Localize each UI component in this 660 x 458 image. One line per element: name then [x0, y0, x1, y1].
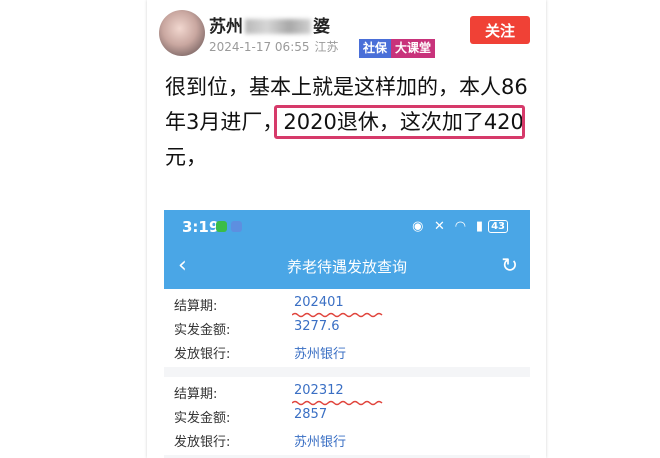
signal-wifi-icons: ◉ ✕ ◠ ▮: [412, 219, 487, 234]
post-text-line-2a: 年3月进厂，: [165, 110, 284, 134]
status-icons: ◉ ✕ ◠ ▮ 43: [412, 219, 508, 234]
record-row-amount: 实发金额: 3277.6: [164, 315, 530, 339]
embedded-phone-screenshot: 3:19 ◉ ✕ ◠ ▮ 43 ‹ 养老待遇发放查询 ↻ 结算期: 202401 …: [164, 210, 530, 458]
tag-social-security[interactable]: 社保: [359, 39, 392, 58]
payment-record: 结算期: 202401 实发金额: 3277.6 发放银行: 苏州银行: [164, 289, 530, 367]
payment-record: 结算期: 202312 实发金额: 2857 发放银行: 苏州银行: [164, 377, 530, 455]
record-row-bank: 发放银行: 苏州银行: [164, 339, 530, 363]
period-value: 202401: [294, 295, 344, 310]
status-time: 3:19: [182, 218, 220, 236]
phone-nav-bar: ‹ 养老待遇发放查询 ↻: [164, 244, 530, 289]
period-label: 结算期:: [174, 387, 218, 402]
period-label: 结算期:: [174, 299, 218, 314]
post-location: 江苏: [314, 40, 339, 54]
username[interactable]: 苏州 婆: [209, 12, 330, 37]
username-prefix: 苏州: [209, 17, 243, 37]
refresh-icon[interactable]: ↻: [501, 253, 518, 277]
page-title: 养老待遇发放查询: [286, 258, 407, 276]
bank-label: 发放银行:: [174, 347, 231, 362]
avatar[interactable]: [159, 10, 205, 56]
bank-value: 苏州银行: [294, 435, 347, 450]
period-value: 202312: [294, 383, 344, 398]
app-notification-icon: [231, 221, 242, 232]
amount-label: 实发金额:: [174, 323, 231, 338]
bank-value: 苏州银行: [294, 347, 347, 362]
highlight-box: [274, 105, 525, 139]
record-row-bank: 发放银行: 苏州银行: [164, 427, 530, 451]
record-row-amount: 实发金额: 2857: [164, 403, 530, 427]
post-text-line-3: 元，: [165, 145, 207, 169]
phone-status-bar: 3:19 ◉ ✕ ◠ ▮ 43: [164, 210, 530, 244]
record-row-period: 结算期: 202312: [164, 379, 530, 406]
record-row-period: 结算期: 202401: [164, 291, 530, 318]
wechat-icon: [216, 221, 227, 232]
amount-value: 3277.6: [294, 319, 340, 334]
battery-icon: 43: [488, 220, 508, 233]
post-text-line-1: 很到位，基本上就是这样加的，本人86: [165, 75, 528, 99]
post-date: 2024-1-17 06:55: [209, 40, 310, 54]
bank-label: 发放银行:: [174, 435, 231, 450]
post-meta: 2024-1-17 06:55 江苏: [209, 38, 344, 55]
follow-button[interactable]: 关注: [470, 16, 530, 44]
amount-value: 2857: [294, 407, 328, 422]
amount-label: 实发金额:: [174, 411, 231, 426]
redacted-name: [245, 19, 311, 34]
tag-list: 社保 大课堂: [359, 39, 436, 58]
tag-classroom[interactable]: 大课堂: [391, 39, 436, 58]
username-suffix: 婆: [313, 17, 330, 37]
post-card: 苏州 婆 2024-1-17 06:55 江苏 社保 大课堂 关注 很到位，基本上就是…: [147, 0, 546, 458]
